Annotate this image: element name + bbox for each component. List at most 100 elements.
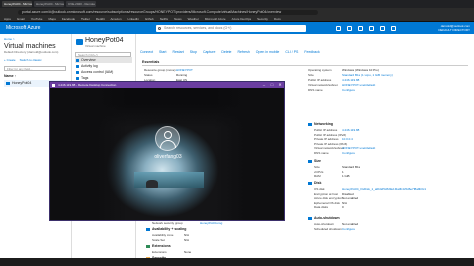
cloud-shell-icon[interactable] — [336, 25, 341, 31]
network-icon — [308, 122, 312, 126]
rdp-title: 4.246.119.88 - Remote Desktop Connection — [58, 83, 117, 87]
url-input[interactable]: portal.azure.com/#@outlook.onmicrosoft.c… — [18, 9, 318, 15]
account-menu[interactable]: darnold@outlook.com DEFAULT DIRECTORY — [438, 24, 470, 32]
nsg-link[interactable]: HoneyPot04-nsg — [200, 221, 222, 225]
people-icon — [76, 70, 79, 74]
auto-shutdown-labels: Auto-shutdown Scheduled shutdown — [314, 222, 342, 231]
lock-screen[interactable]: oliverfang03 — [50, 88, 284, 220]
vm-name: HoneyPot04 — [12, 81, 32, 85]
browser-tab[interactable]: HoneyPot04 - Microsoft Azure — [34, 1, 64, 7]
networking-section-header: Networking — [308, 122, 333, 126]
wallpaper-sea — [134, 172, 204, 188]
bookmark[interactable]: News — [174, 17, 182, 21]
delete-button[interactable]: Delete — [221, 50, 231, 54]
feedback-icon[interactable] — [391, 25, 396, 31]
stop-button[interactable]: Stop — [190, 50, 197, 54]
bookmark[interactable]: Facebook — [62, 17, 75, 21]
extension-icon — [146, 244, 150, 248]
availability-section-header: Availability + scaling — [146, 227, 186, 231]
bookmark[interactable]: Security — [257, 17, 268, 21]
availability-labels: Availability zone Scale Set — [152, 233, 174, 242]
vm-icon — [76, 39, 83, 45]
column-header-name[interactable]: Name ↑ — [4, 74, 67, 78]
tag-icon — [76, 76, 79, 80]
bookmark[interactable]: Microsoft Azure — [205, 17, 226, 21]
breadcrumb[interactable]: Home > — [4, 37, 67, 41]
essentials-header[interactable]: Essentials — [142, 60, 468, 66]
size-values: Standard B1s 1 1 GiB — [342, 165, 361, 179]
extensions-section-header: Extensions — [146, 244, 171, 248]
extensions-values: None — [184, 250, 192, 254]
dns-link[interactable]: Configure — [342, 88, 393, 93]
azure-brand[interactable]: Microsoft Azure — [6, 25, 66, 31]
nsg-label: Network security group — [152, 221, 183, 225]
resource-type: Virtual machine — [85, 44, 106, 48]
open-mobile-button[interactable]: Open in mobile — [256, 50, 280, 54]
list-actions: + Create Switch to classic — [4, 58, 67, 62]
account-directory: DEFAULT DIRECTORY — [438, 28, 470, 32]
browser-tab-bar: HoneyPot04 - Microsoft Azure HoneyPot04 … — [0, 0, 474, 8]
networking-values: 4.246.119.88 - 10.0.0.4 - HONEYPOT-vnet/… — [342, 128, 376, 156]
gear-icon[interactable] — [369, 25, 374, 31]
avatar-head — [164, 131, 172, 139]
search-placeholder: Search resources, services, and docs (G+… — [164, 25, 232, 30]
bookmark[interactable]: Twitter — [81, 17, 90, 21]
remote-desktop-window[interactable]: 4.246.119.88 - Remote Desktop Connection… — [49, 81, 285, 221]
resource-title: HoneyPot04 — [85, 37, 124, 44]
bookmark[interactable]: Gmail — [17, 17, 25, 21]
bookmark[interactable]: Apps — [4, 17, 11, 21]
bookmark[interactable]: YouTube — [31, 17, 43, 21]
cli-button[interactable]: CLI / PS — [285, 50, 298, 54]
create-button[interactable]: + Create — [4, 58, 16, 62]
dns-configure-link[interactable]: Configure — [342, 151, 375, 156]
refresh-button[interactable]: Refresh — [238, 50, 250, 54]
availability-icon — [146, 227, 150, 231]
restart-button[interactable]: Restart — [172, 50, 183, 54]
disk-values: HoneyPot04_OsDisk_1_a0b4d5c8d9e1f2a3b4c5… — [342, 187, 470, 210]
start-button[interactable]: Start — [159, 50, 166, 54]
search-icon — [158, 26, 161, 30]
help-icon[interactable] — [380, 25, 385, 31]
rdp-app-icon — [52, 83, 55, 87]
bell-icon[interactable] — [358, 25, 363, 31]
filter-input[interactable]: Filter for any field... — [4, 66, 66, 71]
availability-values: N/A N/A — [184, 233, 190, 242]
azure-top-bar: Microsoft Azure Search resources, servic… — [0, 22, 474, 34]
bookmark[interactable]: Maps — [48, 17, 55, 21]
global-search-input[interactable]: Search resources, services, and docs (G+… — [156, 24, 306, 32]
user-avatar-icon[interactable] — [155, 126, 180, 151]
disk-icon — [308, 181, 312, 185]
log-icon — [76, 64, 79, 68]
lock-screen-username: oliverfang03 — [154, 154, 182, 160]
capture-button[interactable]: Capture — [203, 50, 215, 54]
switch-classic-button[interactable]: Switch to classic — [20, 58, 42, 62]
overview-icon — [76, 58, 79, 62]
size-section-header: Size — [308, 159, 321, 163]
bookmark[interactable]: Amazon — [111, 17, 122, 21]
browser-tab[interactable]: CVE-2020 - Remote Desktop Con — [66, 1, 96, 7]
feedback-button[interactable]: Feedback — [304, 50, 319, 54]
page-subtitle: Default Directory (darnold@outlook.com) — [4, 50, 59, 54]
connect-button[interactable]: Connect — [140, 50, 153, 54]
bookmark[interactable]: Azure DevOps — [232, 17, 252, 21]
windows-taskbar — [0, 258, 474, 266]
directory-filter-icon[interactable] — [347, 25, 352, 31]
clock-icon — [308, 216, 312, 220]
disk-labels: OS disk Encryption at host Azure disk encr… — [314, 187, 343, 210]
browser-tab[interactable]: HoneyPot04 - Microsoft Azure — [2, 1, 32, 7]
bookmark[interactable]: Docs — [274, 17, 281, 21]
shutdown-configure-link[interactable]: Configure — [342, 227, 358, 232]
disk-section-header: Disk — [308, 181, 321, 185]
bookmark[interactable]: Weather — [188, 17, 199, 21]
auto-shutdown-section-header: Auto-shutdown — [308, 216, 340, 220]
bookmark[interactable]: Github — [145, 17, 154, 21]
size-icon — [308, 159, 312, 163]
top-icons — [336, 25, 396, 31]
wallpaper-cave-left — [50, 88, 128, 220]
size-labels: Size vCPUs RAM — [314, 165, 324, 179]
address-bar: portal.azure.com/#@outlook.onmicrosoft.c… — [0, 8, 474, 16]
bookmark[interactable]: Reddit — [96, 17, 105, 21]
extensions-labels: Extensions — [152, 250, 167, 254]
bookmark[interactable]: Netflix — [160, 17, 168, 21]
bookmark[interactable]: LinkedIn — [128, 17, 139, 21]
